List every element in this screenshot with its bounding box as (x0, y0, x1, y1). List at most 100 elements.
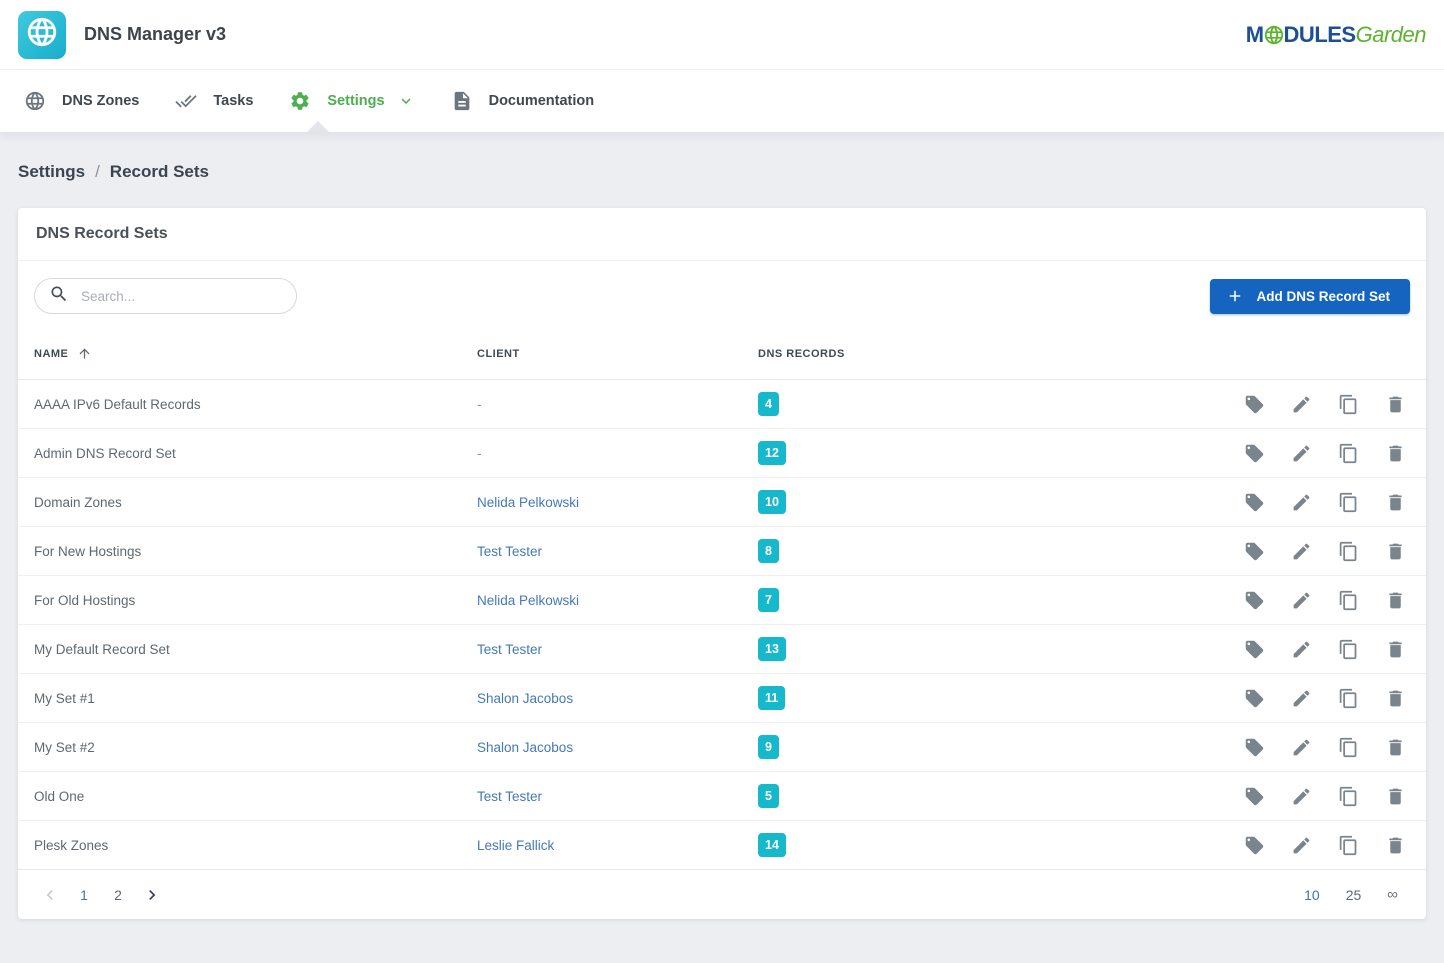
delete-icon[interactable] (1384, 785, 1406, 807)
record-set-name: Plesk Zones (34, 838, 477, 853)
record-set-client: Test Tester (477, 642, 758, 657)
row-actions (1218, 393, 1410, 415)
dns-records-cell: 8 (758, 539, 1218, 563)
table-row: My Default Record Set Test Tester 13 (18, 625, 1426, 674)
chevron-down-icon (397, 92, 415, 110)
breadcrumb-section[interactable]: Settings (18, 162, 85, 182)
tag-icon[interactable] (1243, 589, 1265, 611)
record-set-name: Admin DNS Record Set (34, 446, 477, 461)
edit-icon[interactable] (1290, 491, 1312, 513)
table-row: Admin DNS Record Set - 12 (18, 429, 1426, 478)
record-set-name: For New Hostings (34, 544, 477, 559)
toolbar: Add DNS Record Set (18, 261, 1426, 328)
document-icon (451, 90, 473, 112)
tag-icon[interactable] (1243, 687, 1265, 709)
copy-icon[interactable] (1337, 834, 1359, 856)
nav-item-documentation[interactable]: Documentation (433, 70, 613, 132)
record-set-client: Shalon Jacobos (477, 691, 758, 706)
edit-icon[interactable] (1290, 638, 1312, 660)
edit-icon[interactable] (1290, 442, 1312, 464)
dns-records-count-badge: 11 (758, 686, 785, 710)
record-set-name: My Default Record Set (34, 642, 477, 657)
brand-part1: M (1246, 24, 1264, 46)
copy-icon[interactable] (1337, 736, 1359, 758)
tag-icon[interactable] (1243, 540, 1265, 562)
delete-icon[interactable] (1384, 834, 1406, 856)
delete-icon[interactable] (1384, 736, 1406, 758)
delete-icon[interactable] (1384, 687, 1406, 709)
delete-icon[interactable] (1384, 540, 1406, 562)
edit-icon[interactable] (1290, 393, 1312, 415)
table-row: My Set #1 Shalon Jacobos 11 (18, 674, 1426, 723)
page-number-1[interactable]: 1 (74, 880, 94, 910)
delete-icon[interactable] (1384, 442, 1406, 464)
page-size-25[interactable]: 25 (1346, 887, 1362, 903)
dns-records-cell: 13 (758, 637, 1218, 661)
edit-icon[interactable] (1290, 785, 1312, 807)
dns-records-count-badge: 5 (758, 784, 779, 808)
dns-records-cell: 9 (758, 735, 1218, 759)
record-set-name: My Set #2 (34, 740, 477, 755)
search-input[interactable] (81, 289, 284, 304)
edit-icon[interactable] (1290, 834, 1312, 856)
tag-icon[interactable] (1243, 736, 1265, 758)
tag-icon[interactable] (1243, 491, 1265, 513)
edit-icon[interactable] (1290, 687, 1312, 709)
delete-icon[interactable] (1384, 589, 1406, 611)
tag-icon[interactable] (1243, 785, 1265, 807)
dns-records-cell: 4 (758, 392, 1218, 416)
row-actions (1218, 442, 1410, 464)
next-page-icon[interactable] (142, 880, 162, 910)
nav-item-settings[interactable]: Settings (271, 70, 432, 132)
page-size-10[interactable]: 10 (1304, 887, 1320, 903)
delete-icon[interactable] (1384, 638, 1406, 660)
nav-item-tasks[interactable]: Tasks (157, 70, 271, 132)
page-number-2[interactable]: 2 (108, 880, 128, 910)
page-size-all[interactable]: ∞ (1387, 886, 1398, 903)
table-footer: 1 2 10 25 ∞ (18, 870, 1426, 919)
row-actions (1218, 785, 1410, 807)
edit-icon[interactable] (1290, 540, 1312, 562)
record-set-name: For Old Hostings (34, 593, 477, 608)
copy-icon[interactable] (1337, 540, 1359, 562)
column-header-client[interactable]: CLIENT (477, 348, 758, 360)
edit-icon[interactable] (1290, 736, 1312, 758)
column-header-name[interactable]: NAME (34, 346, 477, 361)
record-set-client: Nelida Pelkowski (477, 593, 758, 608)
card-title: DNS Record Sets (18, 208, 1426, 261)
row-actions (1218, 638, 1410, 660)
breadcrumb-separator: / (95, 162, 100, 182)
copy-icon[interactable] (1337, 687, 1359, 709)
record-set-name: My Set #1 (34, 691, 477, 706)
record-set-client: - (477, 446, 758, 461)
tag-icon[interactable] (1243, 638, 1265, 660)
tag-icon[interactable] (1243, 393, 1265, 415)
dns-records-cell: 14 (758, 833, 1218, 857)
add-dns-record-set-button[interactable]: Add DNS Record Set (1210, 279, 1410, 314)
column-header-dns-records[interactable]: DNS RECORDS (758, 348, 1218, 360)
copy-icon[interactable] (1337, 638, 1359, 660)
copy-icon[interactable] (1337, 393, 1359, 415)
dns-records-count-badge: 7 (758, 588, 779, 612)
previous-page-icon[interactable] (40, 880, 60, 910)
delete-icon[interactable] (1384, 491, 1406, 513)
row-actions (1218, 589, 1410, 611)
modulesgarden-logo[interactable]: M DULES Garden (1246, 24, 1426, 46)
copy-icon[interactable] (1337, 589, 1359, 611)
search-box[interactable] (34, 278, 297, 314)
app-logo (18, 11, 66, 59)
tag-icon[interactable] (1243, 442, 1265, 464)
edit-icon[interactable] (1290, 589, 1312, 611)
nav-item-dns-zones[interactable]: DNS Zones (6, 70, 157, 132)
row-actions (1218, 736, 1410, 758)
nav-label: DNS Zones (62, 93, 139, 109)
tag-icon[interactable] (1243, 834, 1265, 856)
record-set-client: Shalon Jacobos (477, 740, 758, 755)
record-set-client: - (477, 397, 758, 412)
brand-globe-icon (1263, 24, 1285, 46)
copy-icon[interactable] (1337, 785, 1359, 807)
copy-icon[interactable] (1337, 491, 1359, 513)
delete-icon[interactable] (1384, 393, 1406, 415)
brand-part3: Garden (1356, 24, 1426, 46)
copy-icon[interactable] (1337, 442, 1359, 464)
